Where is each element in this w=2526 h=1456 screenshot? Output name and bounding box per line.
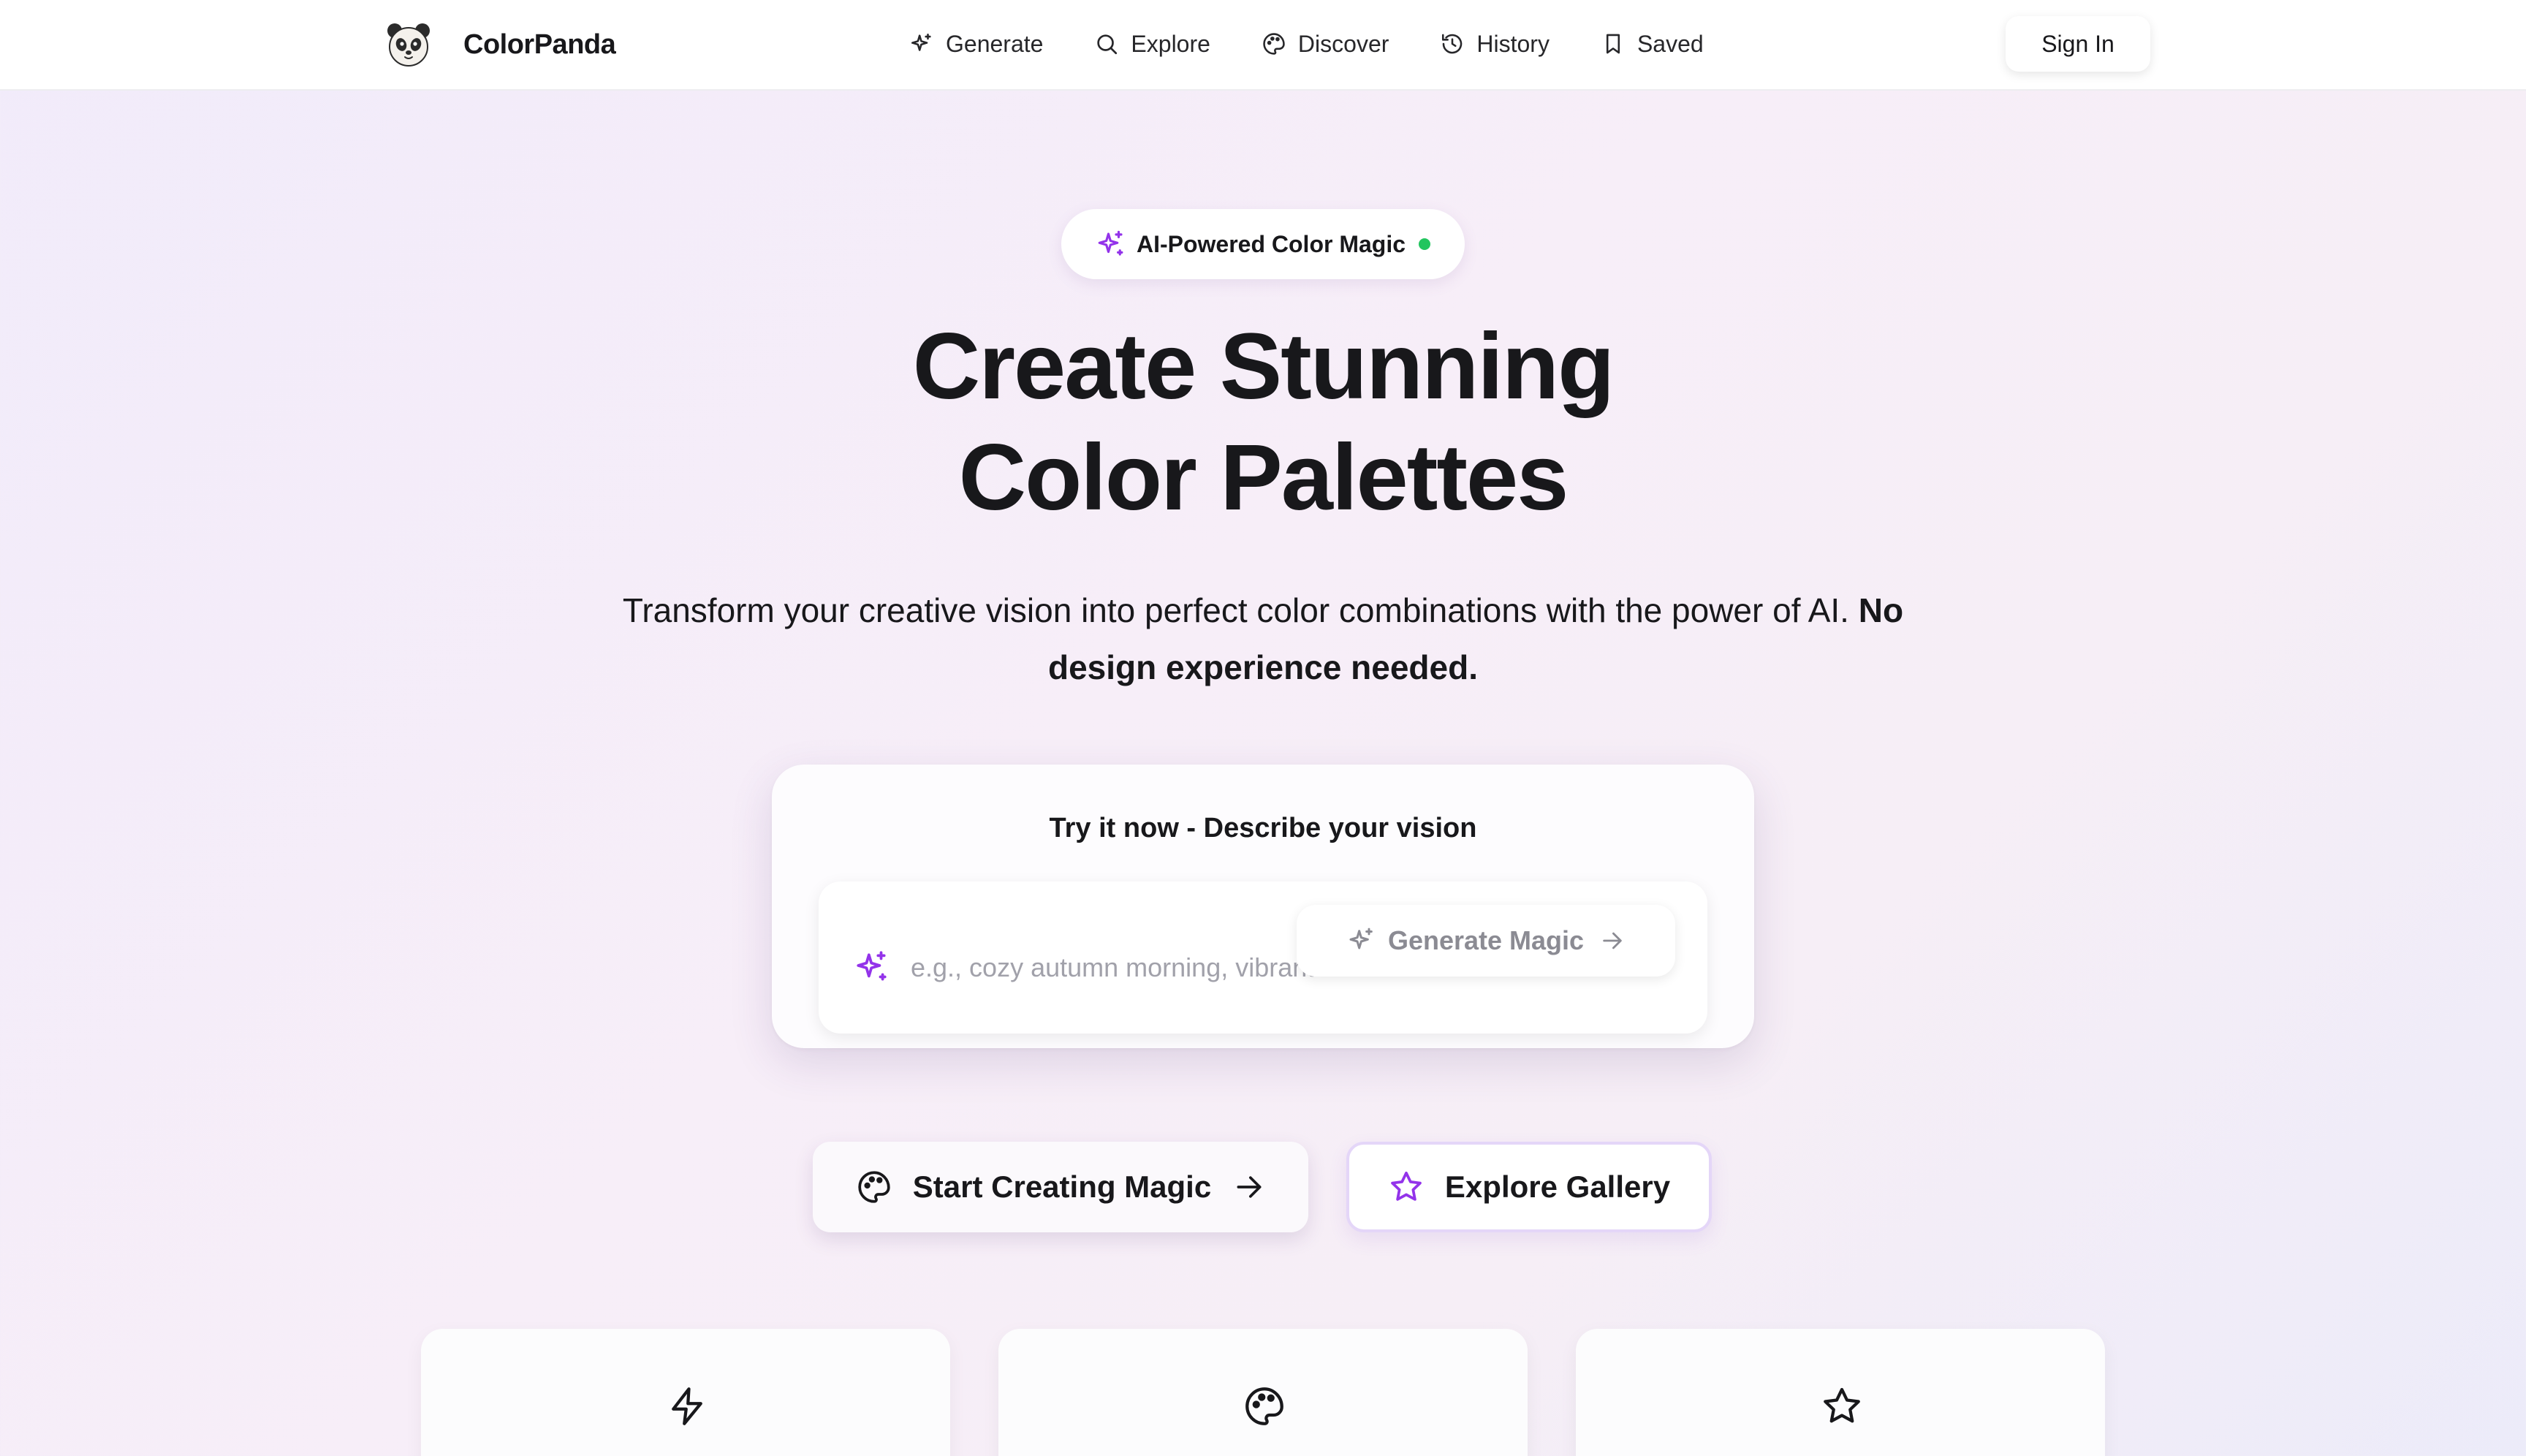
feature-card-palette [998,1329,1528,1456]
palette-icon [1263,33,1285,55]
subtitle-plain: Transform your creative vision into perf… [622,591,1849,629]
title-line-1: Create Stunning [912,314,1615,419]
nav-label-generate: Generate [946,30,1044,57]
sign-in-button[interactable]: Sign In [2006,16,2150,72]
start-creating-label: Start Creating Magic [912,1169,1212,1204]
generate-magic-button[interactable]: Generate Magic [1297,905,1675,977]
palette-icon [858,1171,890,1203]
vision-input[interactable] [911,944,1320,991]
nav-label-explore: Explore [1131,30,1210,57]
explore-gallery-button[interactable]: Explore Gallery [1346,1142,1712,1232]
status-dot [1419,238,1431,250]
history-icon [1442,34,1463,54]
nav-item-saved[interactable]: Saved [1601,25,1704,63]
page-title: Create Stunning Color Palettes [678,311,1848,534]
nav-label-discover: Discover [1297,30,1389,57]
explore-gallery-label: Explore Gallery [1444,1169,1671,1204]
generate-magic-label: Generate Magic [1387,925,1585,955]
star-icon [1391,1171,1422,1201]
panda-logo-icon [387,23,430,67]
nav-item-generate[interactable]: Generate [909,25,1043,63]
ai-badge: AI-Powered Color Magic [1061,209,1465,279]
try-it-card: Try it now - Describe your vision Genera… [772,765,1754,1048]
feature-card-star [1576,1329,2105,1456]
sparkles-icon [857,951,887,981]
star-icon [1824,1387,1860,1423]
arrow-right-icon [1603,932,1622,949]
palette-icon [1245,1387,1283,1425]
sparkles-icon [911,33,931,51]
feature-card-speed [421,1329,950,1456]
nav-item-discover[interactable]: Discover [1262,25,1389,63]
top-navbar: ColorPanda Generate Explore Discover His… [0,0,2526,91]
nav-item-history[interactable]: History [1440,25,1550,63]
bookmark-icon [1606,34,1620,54]
nav-label-saved: Saved [1636,30,1704,57]
arrow-right-icon [1237,1176,1262,1198]
main-nav: Generate Explore Discover History Saved [909,25,1704,63]
sparkles-icon [1098,230,1123,256]
nav-item-explore[interactable]: Explore [1094,25,1210,63]
brand[interactable]: ColorPanda [384,20,616,69]
hero-subtitle: Transform your creative vision into perf… [569,582,1957,696]
badge-label: AI-Powered Color Magic [1136,230,1406,257]
title-line-2: Color Palettes [958,425,1569,530]
search-icon [1097,34,1118,55]
try-card-title: Try it now - Describe your vision [1049,813,1477,843]
sparkles-icon [1349,928,1373,949]
brand-name: ColorPanda [463,29,616,60]
start-creating-button[interactable]: Start Creating Magic [813,1142,1308,1232]
nav-label-history: History [1476,30,1550,57]
lightning-icon [672,1387,702,1425]
